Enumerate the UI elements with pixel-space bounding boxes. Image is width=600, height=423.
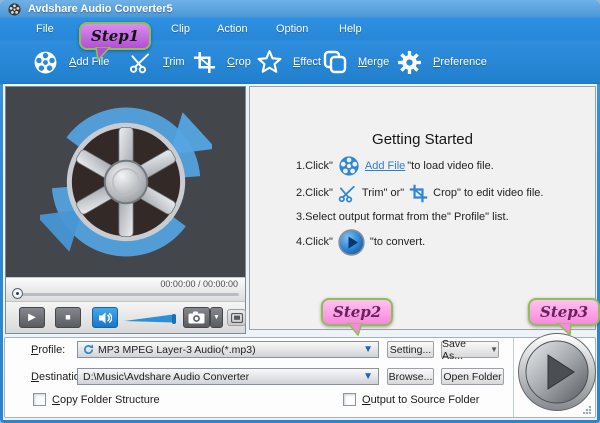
gs-step2-pre: 2.Click" — [296, 187, 333, 199]
browse-button-label: Browse... — [389, 371, 433, 383]
gs-step-4: 4.Click" "to convert. — [296, 227, 425, 257]
output-to-source-label: Output to Source Folder — [362, 394, 479, 406]
gear-icon — [397, 50, 422, 75]
menu-file[interactable]: File — [32, 18, 58, 40]
profile-label: Profile: — [31, 344, 65, 356]
setting-button-label: Setting... — [390, 344, 431, 356]
time-display: 00:00:00 / 00:00:00 — [160, 279, 238, 289]
camera-icon — [188, 311, 205, 324]
output-to-source-option: Output to Source Folder — [343, 393, 479, 406]
menu-option[interactable]: Option — [272, 18, 312, 40]
step3-annotation: Step3 — [528, 298, 600, 326]
setting-button[interactable]: Setting... — [387, 341, 434, 358]
play-icon: ▶ — [28, 313, 36, 323]
speaker-icon — [99, 312, 112, 324]
fullscreen-icon — [231, 313, 243, 323]
stop-button[interactable]: ■ — [55, 307, 81, 328]
snapshot-dropdown-button[interactable]: ▼ — [210, 307, 223, 328]
film-reel-app-icon — [8, 3, 21, 16]
chevron-down-icon: ▼ — [490, 346, 498, 354]
gs-step4-pre: 4.Click" — [296, 236, 333, 248]
crop-icon — [193, 51, 216, 74]
getting-started-panel: Getting Started 1.Click" Add File "to lo… — [249, 86, 596, 330]
video-preview-panel: 00:00:00 / 00:00:00 ▶ ■ ▼ — [5, 86, 246, 334]
destination-dropdown[interactable]: D:\Music\Avdshare Audio Converter ▼ — [77, 368, 379, 385]
gs-step4-post: "to convert. — [370, 236, 425, 248]
chevron-down-icon: ▼ — [363, 345, 373, 355]
trim-label: Trim — [163, 56, 185, 68]
preference-label: Preference — [433, 56, 487, 68]
step2-annotation: Step2 — [321, 298, 393, 326]
step1-pointer — [93, 47, 113, 61]
open-folder-button-label: Open Folder — [443, 371, 501, 383]
gs-step-1: 1.Click" Add File "to load video file. — [296, 153, 494, 179]
gs-step-2: 2.Click" Trim" or" Crop" to edit video f… — [296, 181, 543, 205]
profile-dropdown[interactable]: MP3 MPEG Layer-3 Audio(*.mp3) ▼ — [77, 341, 379, 358]
stop-icon: ■ — [65, 313, 70, 322]
step3-label: Step3 — [540, 303, 588, 321]
gs-step1-post: "to load video file. — [407, 160, 493, 172]
step3-pointer — [556, 323, 576, 336]
seek-bar[interactable] — [12, 293, 239, 296]
save-as-button-label: Save As... — [442, 338, 486, 362]
scissors-icon — [338, 184, 357, 203]
merge-button[interactable]: Merge — [318, 40, 389, 84]
crop-icon — [409, 184, 428, 203]
titlebar: Avdshare Audio Converter5 — [0, 0, 600, 18]
step2-pointer — [347, 323, 367, 336]
add-file-link[interactable]: Add File — [365, 160, 405, 172]
app-logo — [40, 96, 212, 268]
output-panel: Profile: MP3 MPEG Layer-3 Audio(*.mp3) ▼… — [4, 337, 596, 418]
browse-button[interactable]: Browse... — [387, 368, 434, 385]
snapshot-button[interactable] — [183, 307, 210, 328]
menu-clip[interactable]: Clip — [167, 18, 194, 40]
chevron-down-icon: ▼ — [363, 372, 373, 382]
effect-label: Effect — [293, 56, 321, 68]
play-button[interactable]: ▶ — [19, 307, 45, 328]
player-controls: ▶ ■ ▼ — [6, 301, 245, 333]
volume-slider[interactable] — [124, 312, 180, 330]
copy-folder-structure-checkbox[interactable] — [33, 393, 46, 406]
step2-label: Step2 — [333, 303, 381, 321]
fullscreen-button[interactable] — [227, 309, 246, 326]
app-window: Avdshare Audio Converter5 File Edit Play… — [0, 0, 600, 423]
gs-step2-post: Crop" to edit video file. — [433, 187, 543, 199]
film-reel-icon — [338, 155, 360, 177]
crop-label: Crop — [227, 56, 251, 68]
profile-format-icon — [83, 344, 94, 355]
chevron-down-icon: ▼ — [213, 314, 220, 321]
copy-folder-structure-option: Copy Folder Structure — [33, 393, 160, 406]
gs-step-3: 3.Select output format from the" Profile… — [296, 209, 509, 225]
gs-step3-text: 3.Select output format from the" Profile… — [296, 211, 509, 223]
film-reel-icon — [33, 50, 58, 75]
effect-button[interactable]: Effect — [252, 40, 321, 84]
copy-folder-structure-label: Copy Folder Structure — [52, 394, 160, 406]
scissors-icon — [129, 51, 152, 74]
crop-button[interactable]: Crop — [188, 40, 251, 84]
step1-annotation: Step1 — [79, 22, 151, 50]
menu-action[interactable]: Action — [213, 18, 252, 40]
preference-button[interactable]: Preference — [392, 40, 487, 84]
panel-divider — [513, 338, 514, 417]
merge-label: Merge — [358, 56, 389, 68]
destination-value: D:\Music\Avdshare Audio Converter — [83, 371, 249, 383]
window-title: Avdshare Audio Converter5 — [28, 3, 173, 15]
seek-strip: 00:00:00 / 00:00:00 — [6, 277, 245, 301]
step1-label: Step1 — [91, 27, 139, 45]
gs-step2-trim: Trim" or" — [362, 187, 404, 199]
star-icon — [257, 50, 282, 75]
profile-value: MP3 MPEG Layer-3 Audio(*.mp3) — [98, 344, 256, 356]
video-screen — [6, 87, 245, 277]
open-folder-button[interactable]: Open Folder — [441, 368, 504, 385]
overlapping-squares-icon — [323, 50, 347, 74]
gs-step1-pre: 1.Click" — [296, 160, 333, 172]
play-circle-icon — [338, 229, 365, 256]
menu-help[interactable]: Help — [335, 18, 366, 40]
getting-started-title: Getting Started — [250, 131, 595, 148]
save-as-button[interactable]: Save As... ▼ — [441, 341, 499, 358]
seek-thumb[interactable] — [12, 288, 23, 299]
volume-button[interactable] — [92, 307, 118, 328]
output-to-source-checkbox[interactable] — [343, 393, 356, 406]
convert-button[interactable] — [517, 332, 597, 412]
